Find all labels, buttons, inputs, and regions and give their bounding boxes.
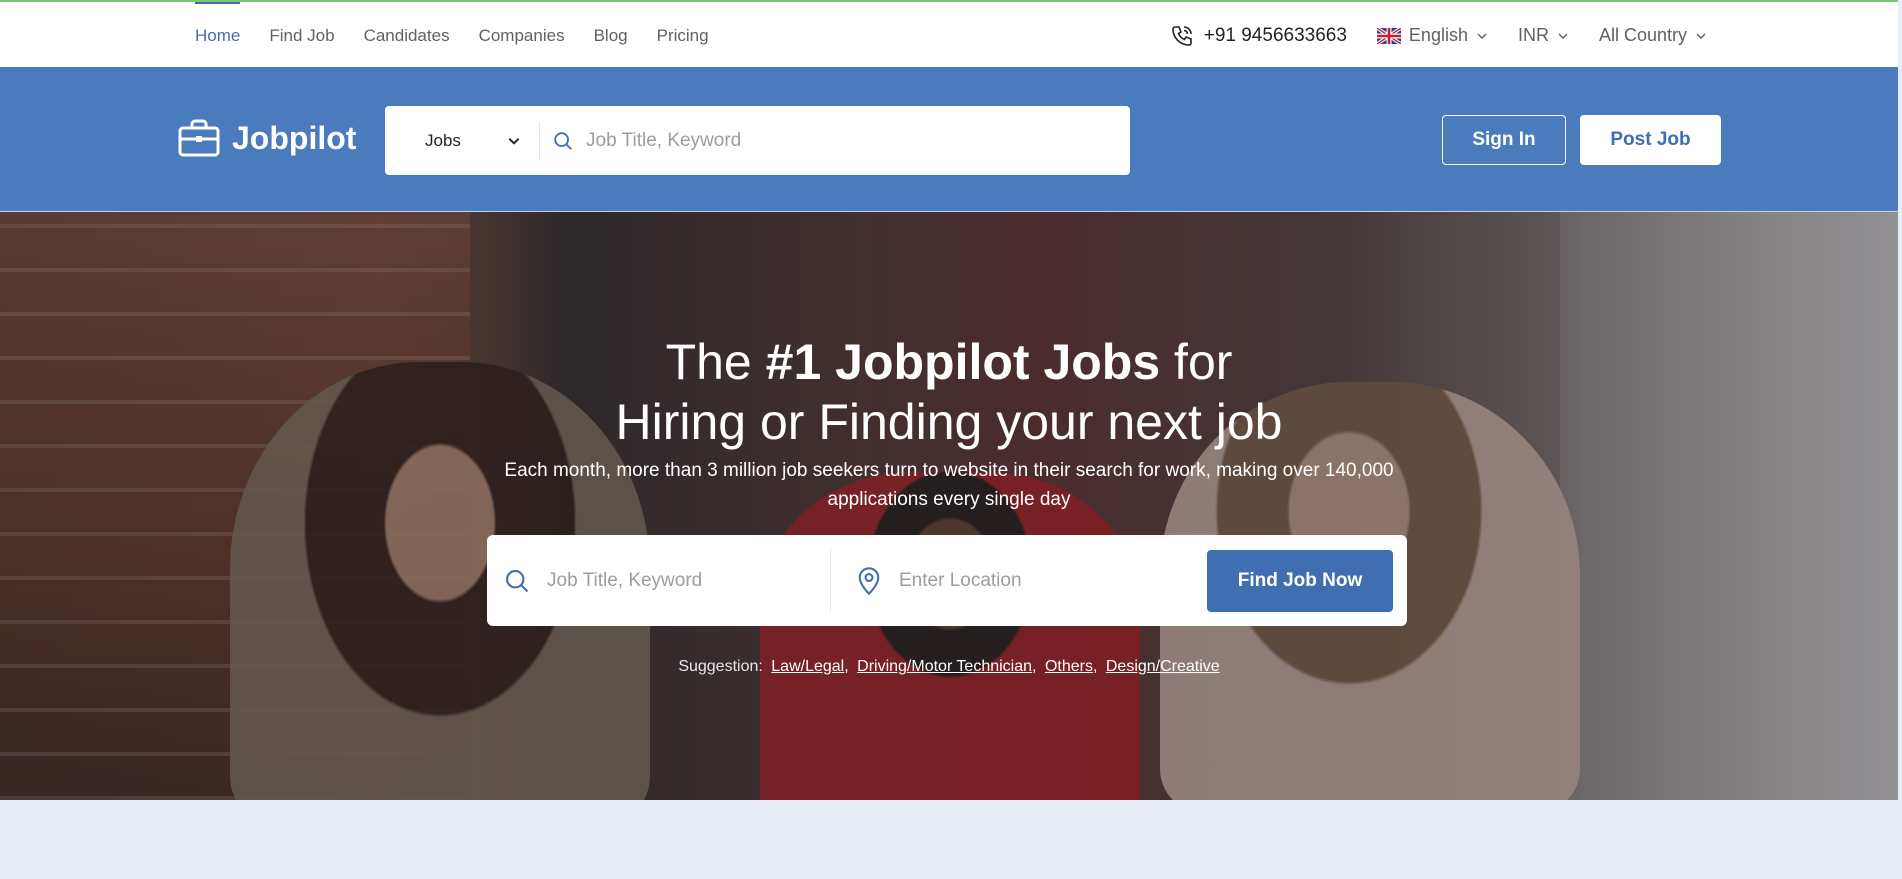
post-job-button[interactable]: Post Job: [1580, 115, 1721, 165]
hero-section: The #1 Jobpilot Jobs for Hiring or Findi…: [0, 212, 1898, 800]
search-icon: [506, 569, 529, 592]
hero-search-form: Job Title, Keyword Enter Location Find J…: [487, 535, 1407, 626]
chevron-down-icon: [1477, 33, 1487, 39]
chevron-down-icon: [1558, 33, 1568, 39]
country-label: All Country: [1598, 25, 1687, 45]
chevron-down-icon: [1696, 33, 1706, 39]
hero-title-line2: Hiring or Finding your next job: [615, 394, 1283, 450]
hero-title: The #1 Jobpilot Jobs for Hiring or Findi…: [615, 334, 1283, 450]
currency-dropdown[interactable]: INR: [1518, 25, 1569, 46]
nav-item-pricing[interactable]: Pricing: [657, 2, 709, 69]
location-field[interactable]: Enter Location: [855, 535, 1022, 626]
language-label: English: [1408, 25, 1468, 45]
keyword-field[interactable]: Job Title, Keyword: [503, 535, 702, 626]
search-icon: [554, 131, 572, 150]
phone-icon: [1171, 25, 1192, 46]
sign-in-button[interactable]: Sign In: [1442, 115, 1566, 165]
chevron-down-icon: [508, 137, 520, 145]
site-header: Jobpilot Jobs Job Title, Keyword Sign In…: [0, 67, 1898, 212]
nav-item-companies[interactable]: Companies: [479, 2, 565, 69]
language-dropdown[interactable]: English: [1376, 25, 1488, 46]
suggestion-link[interactable]: Others: [1045, 658, 1093, 675]
top-bar: Home Find Job Candidates Companies Blog …: [0, 0, 1898, 67]
top-right-controls: +91 9456633663 English INR All Country: [1170, 2, 1707, 69]
suggestion-link[interactable]: Law/Legal: [771, 658, 844, 675]
suggestions: Suggestion: Law/Legal, Driving/Motor Tec…: [678, 658, 1220, 675]
nav-item-candidates[interactable]: Candidates: [364, 2, 450, 69]
search-type-select[interactable]: Jobs: [385, 121, 540, 160]
currency-label: INR: [1517, 25, 1549, 45]
main-nav: Home Find Job Candidates Companies Blog …: [195, 2, 709, 69]
hero-title-highlight: #1 Jobpilot Jobs: [765, 334, 1161, 390]
find-job-button[interactable]: Find Job Now: [1207, 550, 1393, 612]
phone-number: +91 9456633663: [1203, 24, 1347, 46]
nav-item-find-job[interactable]: Find Job: [269, 2, 334, 69]
logo-text: Jobpilot: [232, 119, 357, 156]
nav-item-blog[interactable]: Blog: [594, 2, 628, 69]
suggestion-link[interactable]: Design/Creative: [1106, 658, 1220, 675]
nav-item-home[interactable]: Home: [195, 2, 241, 69]
location-input[interactable]: Enter Location: [899, 570, 1022, 592]
hero-subtitle: Each month, more than 3 million job seek…: [504, 460, 1394, 510]
header-search-input[interactable]: Job Title, Keyword: [586, 130, 741, 152]
suggestion-link[interactable]: Driving/Motor Technician: [857, 658, 1032, 675]
phone-contact[interactable]: +91 9456633663: [1170, 24, 1347, 48]
location-pin-icon: [858, 566, 880, 595]
search-type-label: Jobs: [425, 130, 461, 150]
suggestion-label: Suggestion:: [678, 658, 763, 675]
keyword-input[interactable]: Job Title, Keyword: [547, 570, 702, 592]
uk-flag-icon: [1376, 27, 1401, 44]
header-search-bar: Jobs Job Title, Keyword: [385, 106, 1130, 175]
logo[interactable]: Jobpilot: [178, 119, 356, 157]
briefcase-icon: [178, 119, 220, 157]
country-dropdown[interactable]: All Country: [1599, 25, 1707, 46]
